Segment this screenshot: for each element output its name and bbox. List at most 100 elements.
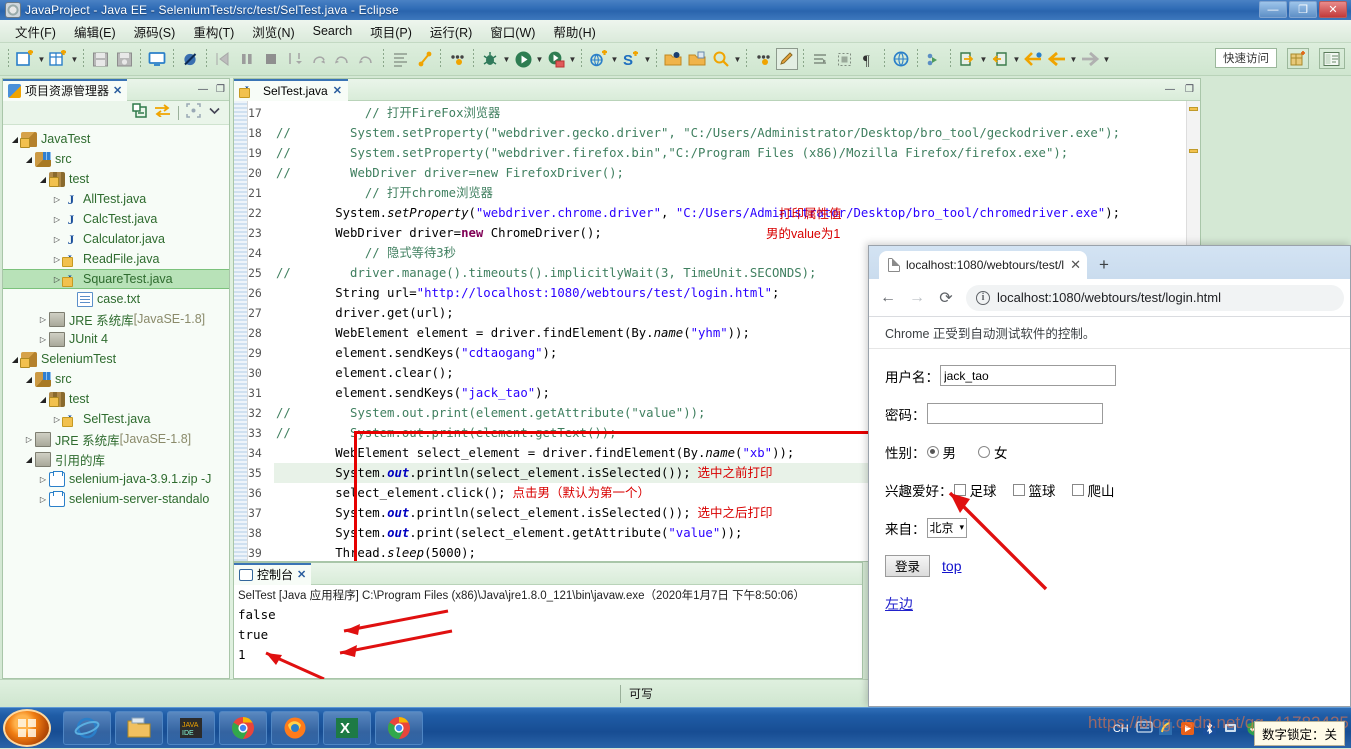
menu-item-help[interactable]: 帮助(H): [544, 20, 604, 43]
chevron-down-icon[interactable]: ◢: [37, 395, 49, 404]
back-icon[interactable]: [1022, 48, 1044, 70]
menu-item-window[interactable]: 窗口(W): [481, 20, 544, 43]
save-icon[interactable]: [89, 48, 111, 70]
code-line[interactable]: // WebDriver driver=new FirefoxDriver();: [274, 163, 1200, 183]
start-orb[interactable]: [3, 709, 51, 747]
new-tab-button[interactable]: +: [1099, 256, 1109, 273]
login-button[interactable]: 登录: [885, 554, 931, 577]
chevron-down-icon[interactable]: ▼: [535, 48, 544, 70]
chevron-down-icon[interactable]: ▼: [643, 48, 652, 70]
tree-item[interactable]: ◢ test: [3, 389, 229, 409]
hobby-label-football[interactable]: 足球: [970, 480, 997, 500]
import-icon[interactable]: [989, 48, 1011, 70]
chevron-down-icon[interactable]: ◢: [23, 455, 35, 464]
chevron-right-icon[interactable]: ▷: [37, 495, 49, 504]
close-icon[interactable]: ✕: [333, 84, 342, 97]
block-select-icon[interactable]: [833, 48, 855, 70]
new-web-icon[interactable]: [587, 48, 609, 70]
menu-item-run[interactable]: 运行(R): [421, 20, 481, 43]
code-line[interactable]: WebDriver driver=new ChromeDriver();: [274, 223, 1200, 243]
open-console-icon[interactable]: [146, 48, 168, 70]
chevron-down-icon[interactable]: ▼: [1069, 48, 1078, 70]
back-icon[interactable]: ←: [875, 285, 901, 311]
run-icon[interactable]: [512, 48, 534, 70]
tree-item[interactable]: ◢ JavaTest: [3, 129, 229, 149]
java-ee-perspective-button[interactable]: [1319, 48, 1345, 69]
chevron-down-icon[interactable]: ◢: [37, 175, 49, 184]
chevron-down-icon[interactable]: ◢: [23, 155, 35, 164]
menu-item-refactor[interactable]: 重构(T): [184, 20, 243, 43]
chevron-right-icon[interactable]: ▷: [37, 475, 49, 484]
password-input[interactable]: [926, 403, 1103, 424]
chevron-down-icon[interactable]: ◢: [23, 375, 35, 384]
chevron-down-icon[interactable]: ▼: [1012, 48, 1021, 70]
chevron-down-icon[interactable]: ▼: [37, 48, 46, 70]
run-ant-icon[interactable]: [413, 48, 435, 70]
tree-item[interactable]: ▷SquareTest.java: [3, 269, 229, 289]
tree-item[interactable]: ▷ JRE 系统库 [JavaSE-1.8]: [3, 309, 229, 329]
new-server-icon[interactable]: S: [620, 48, 642, 70]
tree-item[interactable]: ▷ J AllTest.java: [3, 189, 229, 209]
tree-item[interactable]: ▷ JUnit 4: [3, 329, 229, 349]
left-link[interactable]: 左边: [885, 594, 913, 614]
hobby-label-climbing[interactable]: 爬山: [1088, 480, 1115, 500]
tab-console[interactable]: 控制台 ✕: [234, 562, 312, 585]
minimize-icon[interactable]: —: [1165, 84, 1175, 95]
code-line[interactable]: // System.setProperty("webdriver.gecko.d…: [274, 123, 1200, 143]
from-select[interactable]: 北京 ▾: [926, 517, 968, 538]
gender-radio-male[interactable]: [926, 445, 939, 458]
tab-seltest-java[interactable]: SelTest.java ✕: [234, 78, 348, 101]
close-button[interactable]: ✕: [1319, 1, 1347, 18]
reload-icon[interactable]: ⟳: [933, 285, 959, 311]
menu-item-project[interactable]: 项目(P): [361, 20, 421, 43]
focus-icon[interactable]: [186, 102, 201, 123]
close-icon[interactable]: ✕: [113, 84, 122, 97]
chevron-down-icon[interactable]: ▼: [70, 48, 79, 70]
java-ide-icon[interactable]: JAVA IDE: [167, 711, 215, 745]
chrome2-icon[interactable]: [375, 711, 423, 745]
hobby-checkbox-football[interactable]: [953, 483, 966, 496]
tree-item[interactable]: ▷ J Calculator.java: [3, 229, 229, 249]
menu-item-file[interactable]: 文件(F): [6, 20, 65, 43]
export-icon[interactable]: [956, 48, 978, 70]
menu-item-edit[interactable]: 编辑(E): [65, 20, 125, 43]
more-icon[interactable]: [446, 48, 468, 70]
open-perspective-button[interactable]: [1287, 48, 1309, 69]
ie-icon[interactable]: [63, 711, 111, 745]
tree-item[interactable]: ◢ src: [3, 369, 229, 389]
open-resource-icon[interactable]: [686, 48, 708, 70]
chrome-icon[interactable]: [219, 711, 267, 745]
skip-breakpoints-icon[interactable]: [179, 48, 201, 70]
chevron-down-icon[interactable]: ▼: [610, 48, 619, 70]
view-menu-icon[interactable]: [208, 104, 221, 122]
project-tree[interactable]: ◢ JavaTest ◢ src ◢ test ▷ J AllTest.java ▷ J CalcTe…: [3, 125, 229, 676]
hobby-checkbox-basketball[interactable]: [1012, 483, 1025, 496]
tree-item[interactable]: ▷ JRE 系统库 [JavaSE-1.8]: [3, 429, 229, 449]
chevron-right-icon[interactable]: ▷: [51, 235, 63, 244]
chevron-down-icon[interactable]: ▼: [502, 48, 511, 70]
minimize-icon[interactable]: —: [198, 84, 208, 95]
gender-label-female[interactable]: 女: [994, 442, 1008, 462]
new-grid-icon[interactable]: [47, 48, 69, 70]
username-input[interactable]: [940, 365, 1116, 386]
format-icon[interactable]: [389, 48, 411, 70]
tree-item[interactable]: ▷ J CalcTest.java: [3, 209, 229, 229]
chevron-right-icon[interactable]: ▷: [51, 195, 63, 204]
tree-item[interactable]: ▷ReadFile.java: [3, 249, 229, 269]
top-link[interactable]: top: [942, 558, 961, 574]
tree-item[interactable]: ◢ 引用的库: [3, 449, 229, 469]
search-icon[interactable]: [710, 48, 732, 70]
more2-icon[interactable]: [752, 48, 774, 70]
chevron-down-icon[interactable]: ▼: [733, 48, 742, 70]
address-bar[interactable]: i localhost:1080/webtours/test/login.htm…: [966, 284, 1344, 311]
code-line[interactable]: System.setProperty("webdriver.chrome.dri…: [274, 203, 1200, 223]
gender-radio-female[interactable]: [978, 445, 990, 458]
tree-item[interactable]: ▷ selenium-java-3.9.1.zip -J: [3, 469, 229, 489]
link-with-editor-icon[interactable]: [154, 103, 171, 122]
chevron-right-icon[interactable]: ▷: [37, 315, 49, 324]
open-type-icon[interactable]: [662, 48, 684, 70]
close-icon[interactable]: ✕: [297, 568, 306, 581]
new-wizard-icon[interactable]: [14, 48, 36, 70]
edit-icon[interactable]: [776, 48, 798, 70]
run-config-icon[interactable]: [545, 48, 567, 70]
